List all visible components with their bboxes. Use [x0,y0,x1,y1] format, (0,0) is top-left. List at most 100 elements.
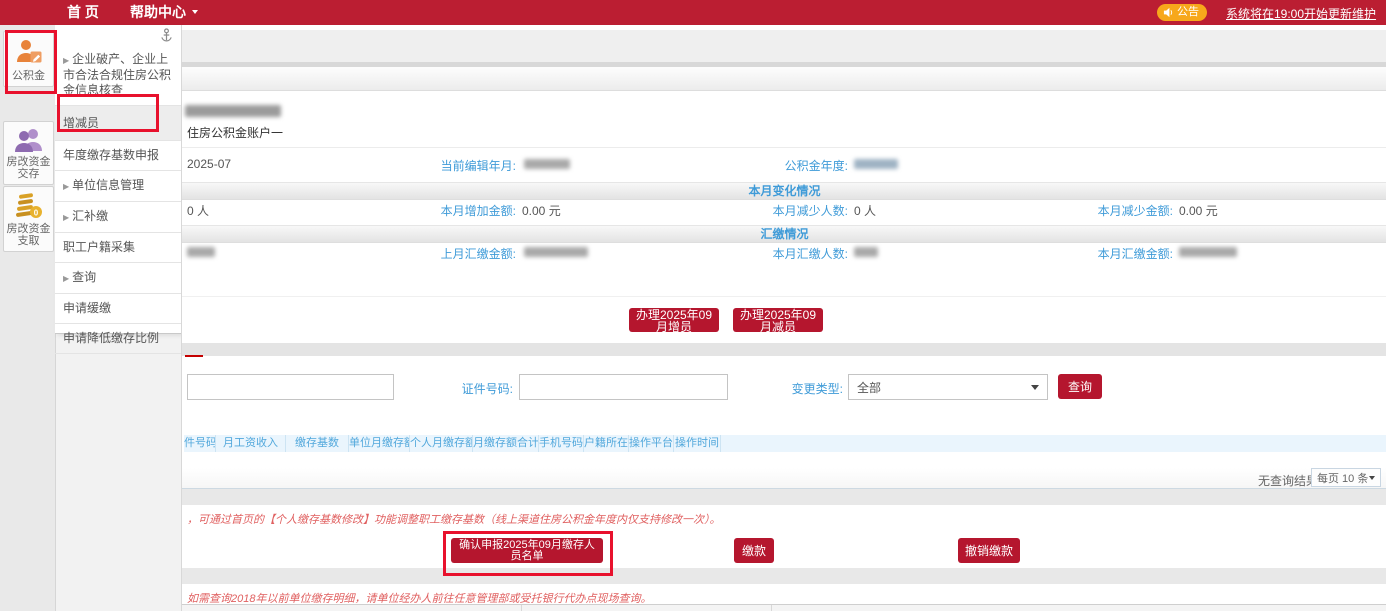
breadcrumb-bar [182,30,1386,62]
account-subtitle: 住房公积金账户一 [187,124,283,141]
main-content: 住房公积金账户一 2025-07 当前编辑年月: 公积金年度: 本月变化情况 0… [181,25,1386,611]
reduce-amount-value: 0.00 元 [1179,202,1218,219]
col-header: 手机号码 [539,435,584,452]
name-input[interactable] [187,374,394,400]
result-table-header: 件号码 月工资收入 缴存基数 单位月缴存额 个人月缴存额 月缴存额合计 手机号码… [184,435,1386,452]
add-amount-value: 0.00 元 [522,202,561,219]
chevron-down-icon [192,10,198,17]
chevron-down-icon [1369,476,1375,483]
menu-item-label: 申请缓缴 [63,301,111,315]
menu-item-apply-lower-ratio[interactable]: 申请降低缴存比例 [55,324,181,354]
menu-item-label: 职工户籍采集 [63,240,135,254]
add-member-button[interactable]: 办理2025年09月增员 [629,308,719,332]
menu-item-label: 汇补缴 [72,209,108,223]
menu-item-label: 申请降低缴存比例 [63,331,159,345]
sidebar-item-fanggai-jiaocun[interactable]: 房改资金交存 [3,121,54,185]
chevron-down-icon [1031,385,1039,394]
query-button[interactable]: 查询 [1058,374,1102,399]
submenu-panel: ▶企业破产、企业上市合法合规住房公积金信息核查 增减员 年度缴存基数申报 ▶单位… [55,25,182,334]
anchor-icon [160,28,173,43]
col-header: 月缴存额合计 [473,435,539,452]
menu-item-annual-base[interactable]: 年度缴存基数申报 [55,141,181,171]
expand-arrow-icon: ▶ [63,182,69,191]
col-header: 月工资收入 [216,435,286,452]
remit-amount-label: 本月汇缴金额: [1041,245,1173,262]
fund-year-value-redacted [854,159,898,169]
tab-strip [182,343,1386,356]
remit-count-value-redacted [854,247,878,257]
remit-amount-value-redacted [1179,247,1237,257]
col-header: 缴存基数 [286,435,349,452]
menu-item-enterprise-check[interactable]: ▶企业破产、企业上市合法合规住房公积金信息核查 [55,45,181,106]
page-size-value: 每页 10 条 [1317,470,1368,486]
nav-help-center[interactable]: 帮助中心 [130,0,198,25]
menu-item-label: 增减员 [63,116,99,130]
reduce-member-button[interactable]: 办理2025年09月减员 [733,308,823,332]
divider-bar [182,568,1386,584]
menu-item-zengjianyuan[interactable]: 增减员 [55,106,181,141]
edit-month-current: 2025-07 [187,157,231,171]
page: 首 页 帮助中心 公告 系统将在19:00开始更新维护 公积金 [0,0,1386,611]
remit-col1-redacted [187,247,215,257]
col-header-filler [721,435,1386,452]
col-header: 操作时间 [674,435,721,452]
col-header: 单位月缴存额 [349,435,410,452]
nav-home[interactable]: 首 页 [67,0,99,25]
menu-item-unit-info[interactable]: ▶单位信息管理 [55,171,181,202]
reduce-count-value: 0 人 [854,202,876,219]
speaker-icon [1163,7,1174,18]
menu-item-hukou-collect[interactable]: 职工户籍采集 [55,233,181,263]
section-month-change: 本月变化情况 [182,182,1386,200]
sidebar-item-fanggai-zhiqu[interactable]: 0 房改资金支取 [3,186,54,252]
announcement-badge: 公告 [1157,4,1207,21]
add-count-value: 0 人 [187,202,209,219]
divider [182,296,1386,297]
company-name-redacted [185,105,281,117]
sidebar-item-label: 房改资金交存 [4,156,53,184]
announcement-badge-label: 公告 [1177,4,1199,21]
menu-item-label: 企业破产、企业上市合法合规住房公积金信息核查 [63,52,171,97]
confirm-declare-button[interactable]: 确认申报2025年09月缴存人员名单 [451,538,603,563]
sidebar-item-gongjijin[interactable]: 公积金 [3,31,54,87]
column-divider [771,605,772,611]
icon-sidebar: 公积金 房改资金交存 0 房改资金支取 [0,25,56,611]
nav-help-label: 帮助中心 [130,4,186,20]
remit-count-label: 本月汇缴人数: [716,245,848,262]
column-divider [521,605,522,611]
expand-arrow-icon: ▶ [63,274,69,283]
sidebar-item-label: 公积金 [4,70,53,86]
cancel-pay-button[interactable]: 撤销缴款 [958,538,1020,563]
col-header: 操作平台 [629,435,674,452]
last-remit-label: 上月汇缴金额: [381,245,516,262]
edit-month-value-redacted [524,159,570,169]
reduce-amount-label: 本月减少金额: [1041,202,1173,219]
change-type-label: 变更类型: [731,380,843,397]
top-header-bar: 首 页 帮助中心 公告 系统将在19:00开始更新维护 [0,0,1386,25]
bottom-table-header [182,604,1386,611]
col-header: 件号码 [184,435,216,452]
menu-item-query[interactable]: ▶查询 [55,263,181,294]
members-icon [13,127,45,153]
base-adjust-note: ，可通过首页的【个人缴存基数修改】功能调整职工缴存基数（线上渠道住房公积金年度内… [187,511,721,527]
page-size-select[interactable]: 每页 10 条 [1311,468,1381,487]
menu-item-label: 查询 [72,270,96,284]
change-type-value: 全部 [857,379,881,396]
pay-button[interactable]: 缴款 [734,538,774,563]
menu-item-huibujiao[interactable]: ▶汇补缴 [55,202,181,233]
last-remit-value-redacted [524,247,588,257]
section-remit: 汇缴情况 [182,225,1386,243]
fund-year-label: 公积金年度: [716,157,848,174]
id-number-input[interactable] [519,374,728,400]
empty-result-text: 无查询结果 [1258,472,1318,489]
maintenance-notice-link[interactable]: 系统将在19:00开始更新维护 [1226,5,1376,22]
menu-item-apply-defer[interactable]: 申请缓缴 [55,294,181,324]
divider [182,147,1386,148]
expand-arrow-icon: ▶ [63,56,69,65]
active-tab-indicator [185,355,203,357]
pagination-bar: 无查询结果 每页 10 条 [182,468,1386,489]
change-type-select[interactable]: 全部 [848,374,1048,400]
coins-icon: 0 [14,192,44,220]
panel-collapse-control[interactable] [55,25,181,45]
col-header: 个人月缴存额 [410,435,473,452]
col-header: 户籍所在地 [584,435,629,452]
